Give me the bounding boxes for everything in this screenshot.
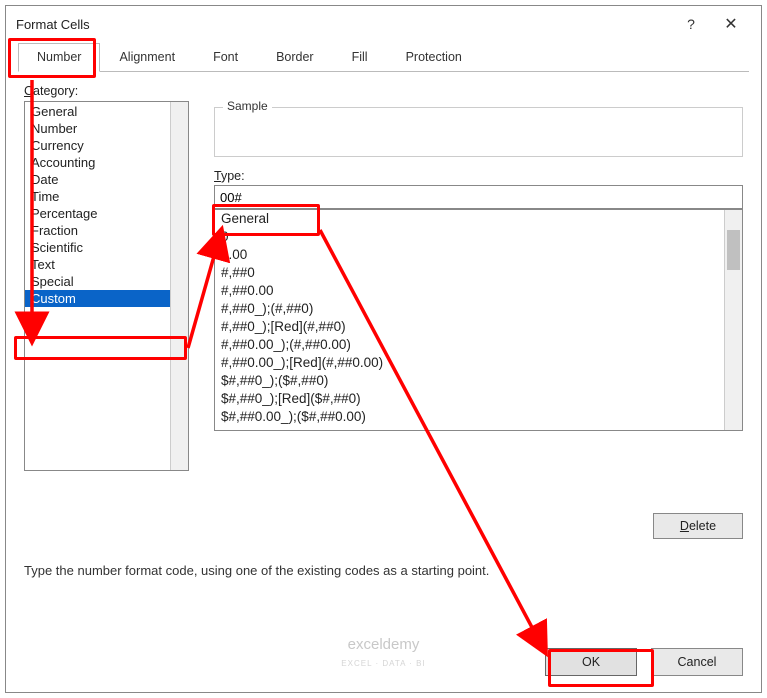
format-item[interactable]: General — [215, 210, 725, 228]
help-button[interactable]: ? — [671, 6, 711, 42]
category-item[interactable]: Custom — [25, 290, 171, 307]
titlebar: Format Cells ? ✕ — [6, 6, 761, 42]
format-item[interactable]: 0 — [215, 228, 725, 246]
ok-button[interactable]: OK — [545, 648, 637, 676]
format-item[interactable]: #,##0.00 — [215, 282, 725, 300]
tab-font[interactable]: Font — [194, 43, 257, 72]
category-list[interactable]: GeneralNumberCurrencyAccountingDateTimeP… — [24, 101, 189, 471]
hint-text: Type the number format code, using one o… — [24, 563, 743, 578]
sample-label: Sample — [223, 99, 272, 113]
tab-alignment[interactable]: Alignment — [100, 43, 194, 72]
type-input[interactable] — [214, 185, 743, 209]
close-button[interactable]: ✕ — [711, 6, 751, 42]
format-item[interactable]: #,##0 — [215, 264, 725, 282]
sample-group: Sample — [214, 107, 743, 157]
category-item[interactable]: Special — [25, 273, 171, 290]
category-item[interactable]: Currency — [25, 137, 171, 154]
category-item[interactable]: Accounting — [25, 154, 171, 171]
format-list[interactable]: General00.00#,##0#,##0.00#,##0_);(#,##0)… — [214, 209, 743, 431]
dialog-title: Format Cells — [16, 17, 671, 32]
format-item[interactable]: #,##0.00_);[Red](#,##0.00) — [215, 354, 725, 372]
category-item[interactable]: Text — [25, 256, 171, 273]
category-item[interactable]: Number — [25, 120, 171, 137]
format-item[interactable]: #,##0_);[Red](#,##0) — [215, 318, 725, 336]
format-item[interactable]: $#,##0.00_);($#,##0.00) — [215, 408, 725, 426]
tab-fill[interactable]: Fill — [333, 43, 387, 72]
category-item[interactable]: Scientific — [25, 239, 171, 256]
category-item[interactable]: Percentage — [25, 205, 171, 222]
format-item[interactable]: $#,##0_);[Red]($#,##0) — [215, 390, 725, 408]
content: Category: GeneralNumberCurrencyAccountin… — [6, 72, 761, 692]
format-item[interactable]: #,##0_);(#,##0) — [215, 300, 725, 318]
category-item[interactable]: Date — [25, 171, 171, 188]
tab-number[interactable]: Number — [18, 43, 100, 72]
format-cells-dialog: Format Cells ? ✕ Number Alignment Font B… — [5, 5, 762, 693]
category-item[interactable]: Time — [25, 188, 171, 205]
tabs: Number Alignment Font Border Fill Protec… — [18, 42, 749, 72]
type-label: Type: — [214, 169, 743, 183]
tab-protection[interactable]: Protection — [387, 43, 481, 72]
cancel-button[interactable]: Cancel — [651, 648, 743, 676]
delete-button[interactable]: Delete — [653, 513, 743, 539]
tab-border[interactable]: Border — [257, 43, 333, 72]
format-item[interactable]: 0.00 — [215, 246, 725, 264]
category-item[interactable]: Fraction — [25, 222, 171, 239]
format-item[interactable]: $#,##0_);($#,##0) — [215, 372, 725, 390]
format-item[interactable]: #,##0.00_);(#,##0.00) — [215, 336, 725, 354]
category-label: Category: — [24, 84, 743, 98]
category-item[interactable]: General — [25, 103, 171, 120]
